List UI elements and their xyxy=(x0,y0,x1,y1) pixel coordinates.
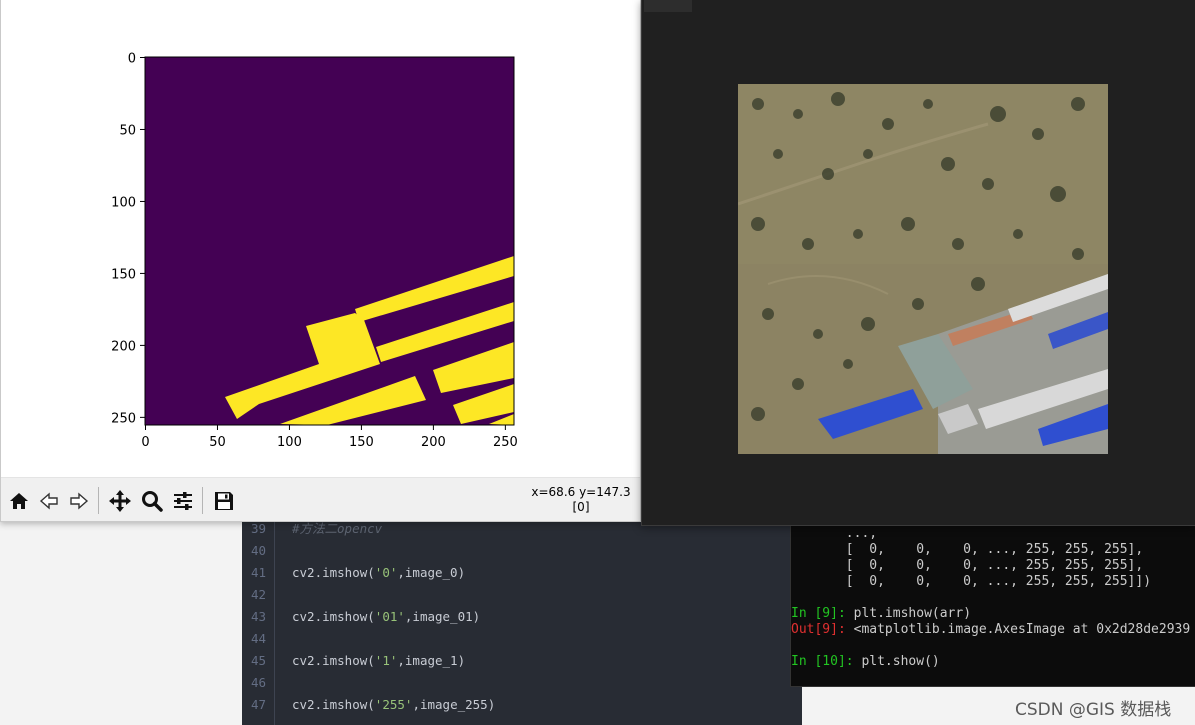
input-code: plt.show() xyxy=(853,654,940,669)
figure-canvas[interactable]: 0 50 100 150 200 250 0 50 100 150 200 250 xyxy=(1,0,640,477)
code-line[interactable]: 42 xyxy=(242,584,802,606)
y-tick-label: 50 xyxy=(119,123,136,138)
output-prompt: Out[9]: xyxy=(791,622,846,637)
line-number: 41 xyxy=(250,565,266,580)
line-number: 42 xyxy=(250,587,266,602)
code-editor[interactable]: 39 #方法二opencv 40 41 cv2.imshow('0',image_0) 4… xyxy=(242,518,802,725)
array-output-line: [ 0, 0, 0, ..., 255, 255, 255]]) xyxy=(791,574,1152,589)
window-title-tab[interactable] xyxy=(644,0,692,12)
code-line[interactable]: 43 cv2.imshow('01',image_01) xyxy=(242,606,802,628)
back-button[interactable] xyxy=(34,486,63,515)
pixel-value: [0] xyxy=(572,500,590,514)
y-tick-label: 150 xyxy=(111,267,136,282)
array-output-line: [ 0, 0, 0, ..., 255, 255, 255], xyxy=(791,558,1144,573)
x-tick-label: 150 xyxy=(349,435,374,450)
line-number: 45 xyxy=(250,653,266,668)
imshow-plot: 0 50 100 150 200 250 0 50 100 150 200 250 xyxy=(111,52,518,451)
input-code: plt.imshow(arr) xyxy=(845,606,972,621)
input-prompt: In [10]: xyxy=(791,654,854,669)
code-line[interactable]: 45 cv2.imshow('1',image_1) xyxy=(242,650,802,672)
y-tick-label: 250 xyxy=(111,411,136,426)
satellite-image-graphic xyxy=(738,84,1108,454)
y-tick-label: 100 xyxy=(111,195,136,210)
satellite-image xyxy=(738,84,1108,454)
forward-button[interactable] xyxy=(64,486,93,515)
x-axis: 0 50 100 150 200 250 xyxy=(141,425,518,450)
code-line[interactable]: 46 xyxy=(242,672,802,694)
save-floppy-icon xyxy=(214,491,233,510)
cursor-coordinates: x=68.6 y=147.3 [0] xyxy=(511,485,640,515)
x-tick-label: 200 xyxy=(421,435,446,450)
x-tick-label: 50 xyxy=(209,435,226,450)
pan-button[interactable] xyxy=(105,486,134,515)
toolbar-separator xyxy=(98,487,99,514)
code-line[interactable]: 41 cv2.imshow('0',image_0) xyxy=(242,562,802,584)
x-tick-label: 100 xyxy=(277,435,302,450)
navigation-toolbar: x=68.6 y=147.3 [0] xyxy=(1,477,640,521)
array-output-line: [ 0, 0, 0, ..., 255, 255, 255], xyxy=(791,542,1144,557)
code-line[interactable]: 44 xyxy=(242,628,802,650)
zoom-magnifier-icon xyxy=(141,490,163,512)
line-number: 43 xyxy=(250,609,266,624)
configure-subplots-icon xyxy=(173,491,192,510)
y-axis: 0 50 100 150 200 250 xyxy=(111,52,145,426)
matplotlib-figure-window[interactable]: 0 50 100 150 200 250 0 50 100 150 200 250 xyxy=(0,0,641,522)
zoom-button[interactable] xyxy=(137,486,166,515)
code-text: cv2.imshow('255',image_255) xyxy=(292,697,496,712)
array-output-line: ..., xyxy=(791,526,878,541)
ipython-console[interactable]: ..., [ 0, 0, 0, ..., 255, 255, 255], [ 0… xyxy=(790,518,1195,687)
console-line-out9: Out[9]: <matplotlib.image.AxesImage at 0… xyxy=(791,622,1190,638)
back-arrow-icon xyxy=(39,491,58,510)
line-number: 47 xyxy=(250,697,266,712)
home-icon xyxy=(9,492,28,509)
code-text: cv2.imshow('01',image_01) xyxy=(292,609,481,624)
output-text: <matplotlib.image.AxesImage at 0x2d28de2… xyxy=(845,622,1191,637)
coordinate-xy: x=68.6 y=147.3 xyxy=(531,485,631,499)
line-number: 40 xyxy=(250,543,266,558)
plot-area xyxy=(144,56,515,426)
opencv-image-window[interactable] xyxy=(641,0,1195,526)
x-tick-label: 0 xyxy=(141,435,149,450)
pan-move-icon xyxy=(108,489,131,512)
y-tick-label: 200 xyxy=(111,339,136,354)
save-button[interactable] xyxy=(209,486,238,515)
configure-subplots-button[interactable] xyxy=(168,486,197,515)
code-line[interactable]: 40 xyxy=(242,540,802,562)
code-line[interactable]: 47 cv2.imshow('255',image_255) xyxy=(242,694,802,716)
forward-arrow-icon xyxy=(69,491,88,510)
y-tick-label: 0 xyxy=(128,52,136,67)
code-text: cv2.imshow('0',image_0) xyxy=(292,565,466,580)
x-tick-label: 250 xyxy=(493,435,518,450)
csdn-watermark: CSDN @GIS 数据栈 xyxy=(1015,700,1172,720)
code-text: cv2.imshow('1',image_1) xyxy=(292,653,466,668)
input-prompt: In [9]: xyxy=(791,606,846,621)
home-button[interactable] xyxy=(4,486,33,515)
line-number: 46 xyxy=(250,675,266,690)
console-line-in10: In [10]: plt.show() xyxy=(791,654,940,670)
console-line-in9: In [9]: plt.imshow(arr) xyxy=(791,606,971,622)
toolbar-separator xyxy=(202,487,203,514)
line-number: 44 xyxy=(250,631,266,646)
